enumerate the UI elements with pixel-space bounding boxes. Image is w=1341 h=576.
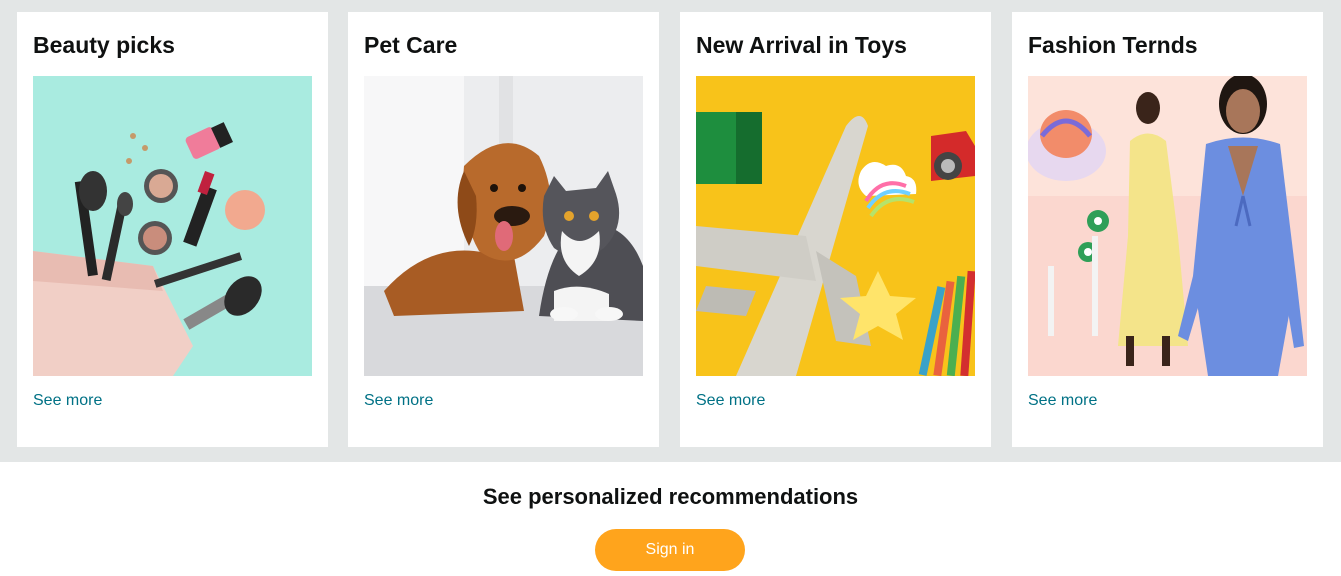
toy-airplane-image[interactable] (696, 76, 975, 376)
toy-airplane-illustration (696, 76, 975, 376)
card-beauty-picks: Beauty picks See more (17, 12, 328, 447)
makeup-products-illustration (33, 76, 312, 376)
fashion-models-illustration (1028, 76, 1307, 376)
see-more-link[interactable]: See more (33, 392, 102, 410)
card-title[interactable]: Pet Care (364, 32, 457, 59)
card-title[interactable]: Beauty picks (33, 32, 175, 59)
signin-heading: See personalized recommendations (482, 484, 859, 509)
see-more-link[interactable]: See more (364, 392, 433, 410)
card-pet-care: Pet Care See more (348, 12, 659, 447)
dog-and-cat-image[interactable] (364, 76, 643, 376)
card-fashion-ternds: Fashion Ternds See more (1012, 12, 1323, 447)
makeup-products-image[interactable] (33, 76, 312, 376)
fashion-models-image[interactable] (1028, 76, 1307, 376)
dog-and-cat-illustration (364, 76, 643, 376)
card-title[interactable]: Fashion Ternds (1028, 32, 1198, 59)
cards-section: Beauty picks See more Pet Care See more … (0, 0, 1341, 462)
see-more-link[interactable]: See more (1028, 392, 1097, 410)
sign-in-button[interactable]: Sign in (595, 529, 745, 571)
card-title[interactable]: New Arrival in Toys (696, 32, 907, 59)
see-more-link[interactable]: See more (696, 392, 765, 410)
card-new-arrival-in-toys: New Arrival in Toys See more (680, 12, 991, 447)
signin-section: See personalized recommendations Sign in (0, 462, 1341, 576)
